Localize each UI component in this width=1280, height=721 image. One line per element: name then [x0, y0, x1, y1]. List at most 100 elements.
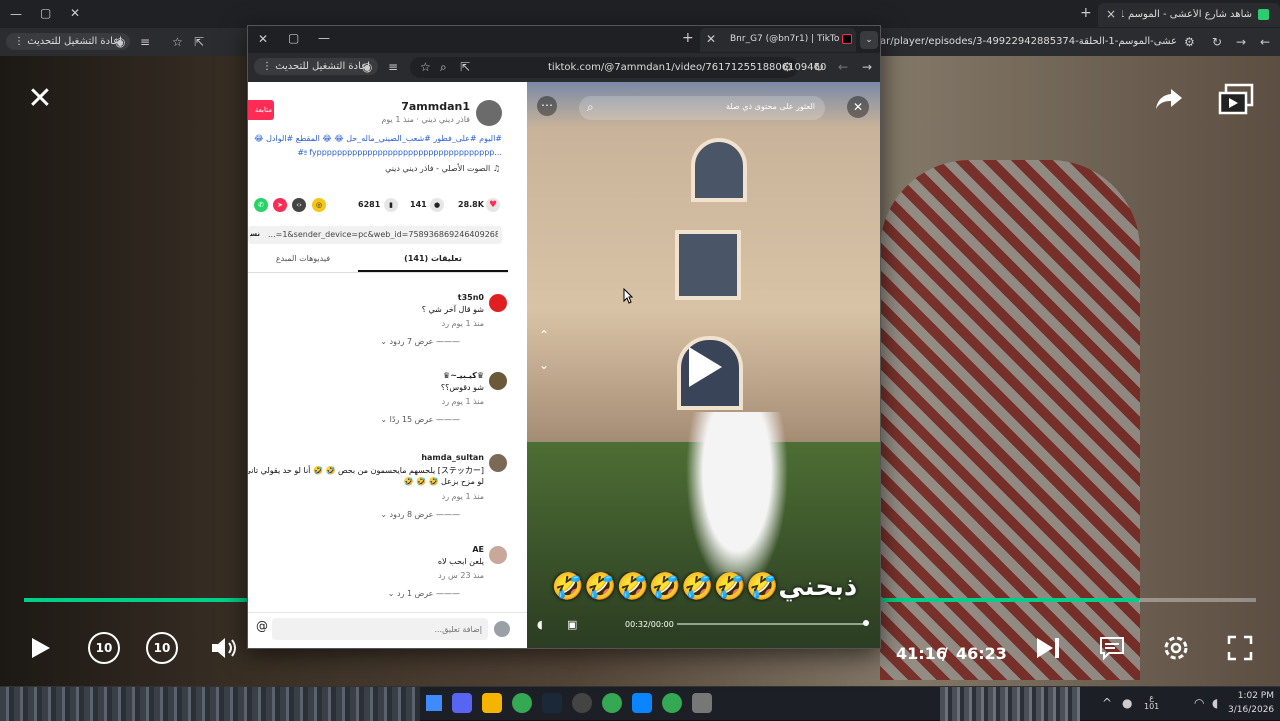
popup-minimize-icon[interactable]: — [318, 32, 330, 44]
comment-meta[interactable]: منذ 1 يوم رد [368, 492, 484, 501]
start-icon[interactable] [426, 695, 442, 711]
clock-time[interactable]: 1:02 PM [1230, 691, 1274, 701]
tray-chevron-icon[interactable]: ^ [1102, 697, 1112, 709]
speaker-icon[interactable]: ◖ [1212, 697, 1218, 709]
popup-star-icon[interactable]: ☆ [420, 61, 431, 73]
bg-active-tab[interactable]: × شاهد شارع الأعشى - الموسم 1 / [1098, 3, 1280, 27]
popup-new-tab-icon[interactable]: + [682, 31, 694, 45]
popup-back-icon[interactable]: ← [838, 61, 848, 73]
clock-app-icon[interactable] [572, 693, 592, 713]
bg-url-bar[interactable]: ar/player/episodes/3-شارع-الأعشى-الموسم-… [880, 36, 1176, 47]
author-avatar[interactable] [476, 100, 502, 126]
video-scrub-handle[interactable] [863, 620, 869, 626]
back-icon[interactable]: ← [1260, 36, 1270, 48]
comment-author[interactable]: ♛كيـبيـ~♛ [368, 371, 484, 380]
comment-author[interactable]: AE [368, 545, 484, 554]
popup-active-tab[interactable]: ✕ Bnr_G7 (@bn7r1) | TikTok(24) [700, 28, 856, 52]
popup-close-tab-icon[interactable]: ✕ [706, 33, 716, 45]
share-icon[interactable] [1154, 84, 1184, 114]
like-heart-icon[interactable]: ♥ [486, 198, 500, 212]
tab-comments[interactable]: تعليقات (141) [358, 254, 508, 263]
send-to-friends-icon[interactable]: ➤ [273, 198, 287, 212]
cast-icon[interactable] [1216, 82, 1256, 118]
comment-avatar[interactable] [489, 372, 507, 390]
previous-video-icon[interactable]: ⌃ [539, 328, 549, 342]
new-tab-button[interactable]: + [1080, 6, 1092, 20]
sound-line[interactable]: ♫ الصوت الأصلي - فاذر ديني ديني [348, 164, 500, 173]
tab-creator-videos[interactable]: فيديوهات المبدع [248, 254, 358, 263]
wifi-icon[interactable]: ◠ [1194, 697, 1204, 709]
popup-close-window-icon[interactable]: ✕ [258, 33, 268, 45]
bookmark-star-icon[interactable]: ☆ [172, 36, 183, 48]
play-icon[interactable] [28, 634, 54, 662]
skip-forward-10-icon[interactable]: 10 [146, 632, 178, 664]
comment-meta[interactable]: منذ 1 يوم رد [368, 397, 484, 406]
popup-reload-icon[interactable]: ↻ [814, 61, 824, 73]
popup-reading-list-icon[interactable]: ≡ [388, 61, 398, 73]
video-mute-icon[interactable]: ◖ [537, 618, 543, 631]
tiktok-popup-window[interactable]: ✕ ▢ — + ✕ Bnr_G7 (@bn7r1) | TikTok(24) ⌄… [247, 25, 881, 649]
view-replies-button[interactable]: ——— عرض 1 رد ⌄ [348, 589, 460, 598]
coin-gift-icon[interactable]: ◎ [312, 198, 326, 212]
tab-search-icon[interactable]: ⌄ [860, 31, 878, 49]
popup-profile-icon[interactable]: ◉ [362, 61, 372, 73]
video-pip-icon[interactable]: ▣ [567, 618, 577, 631]
comment-avatar[interactable] [489, 546, 507, 564]
file-explorer-icon[interactable] [482, 693, 502, 713]
view-replies-button[interactable]: ——— عرض 7 ردود ⌄ [348, 337, 460, 346]
clock-date[interactable]: 3/16/2026 [1228, 705, 1274, 715]
popup-share-icon[interactable]: ⇱ [460, 61, 470, 73]
language-indicator[interactable]: ع 101 [1144, 693, 1159, 711]
reading-list-icon[interactable]: ≡ [140, 36, 150, 48]
view-replies-button[interactable]: ——— عرض 15 ردًا ⌄ [348, 415, 460, 424]
view-replies-button[interactable]: ——— عرض 8 ردود ⌄ [348, 510, 460, 519]
settings-app-icon[interactable] [692, 693, 712, 713]
settings-gear-icon[interactable] [1160, 632, 1192, 664]
popup-forward-icon[interactable]: → [862, 61, 872, 73]
popup-site-settings-icon[interactable]: ⚙ [782, 61, 793, 73]
maximize-icon[interactable]: ▢ [40, 7, 51, 19]
follow-button[interactable]: متابعة [248, 100, 274, 120]
comment-meta[interactable]: منذ 23 س رد [368, 571, 484, 580]
comment-author[interactable]: t35n0 [368, 293, 484, 302]
chrome-profile-icon[interactable] [602, 693, 622, 713]
subtitles-icon[interactable] [1098, 634, 1126, 662]
edge-icon[interactable] [632, 693, 652, 713]
forward-icon[interactable]: → [1236, 36, 1246, 48]
video-play-icon[interactable] [685, 344, 725, 390]
video-scrub-bar[interactable] [677, 623, 867, 625]
next-episode-icon[interactable] [1034, 634, 1062, 662]
steam-icon[interactable] [542, 693, 562, 713]
comment-input[interactable] [272, 618, 488, 640]
mention-button[interactable]: @ [256, 619, 268, 633]
comment-avatar[interactable] [489, 454, 507, 472]
popup-zoom-icon[interactable]: ⌕ [440, 61, 447, 73]
embed-icon[interactable]: ‹› [292, 198, 306, 212]
share-page-icon[interactable]: ⇱ [194, 36, 204, 48]
share-link-field[interactable]: نسخ ...=1&sender_device=pc&web_id=758936… [248, 226, 502, 244]
author-username[interactable]: 7ammdan1 [368, 100, 470, 113]
reload-icon[interactable]: ↻ [1212, 36, 1222, 48]
more-options-icon[interactable]: ⋯ [537, 96, 557, 116]
chrome-alt-icon[interactable] [662, 693, 682, 713]
mic-icon[interactable]: ● [1122, 697, 1132, 709]
fullscreen-icon[interactable] [1226, 634, 1254, 662]
chrome-icon[interactable] [512, 693, 532, 713]
caption-line-1[interactable]: #اليوم #على_فطور #شعب_الصيني_ماله_حل 😂 😂… [252, 134, 502, 143]
next-video-icon[interactable]: ⌄ [539, 358, 549, 372]
close-video-icon[interactable]: ✕ [847, 96, 869, 118]
tiktok-video-player[interactable]: ⌕ العثور على محتوى ذي صلة ⋯ ✕ ⌃ ⌄ ذبحني🤣… [527, 82, 880, 648]
discord-icon[interactable] [452, 693, 472, 713]
bookmark-icon[interactable]: ▮ [384, 198, 398, 212]
copy-link-button[interactable]: نسخ [250, 230, 260, 238]
whatsapp-share-icon[interactable]: ✆ [254, 198, 268, 212]
comment-meta[interactable]: منذ 1 يوم رد [368, 319, 484, 328]
related-search-bar[interactable]: ⌕ العثور على محتوى ذي صلة [579, 96, 825, 120]
close-tab-icon[interactable]: × [1106, 8, 1116, 20]
profile-icon[interactable]: ◉ [115, 36, 125, 48]
minimize-icon[interactable]: — [10, 8, 22, 20]
popup-restart-update-button[interactable]: ⋮ إعادة التشغيل للتحديث [254, 58, 378, 75]
close-player-icon[interactable]: ✕ [26, 81, 54, 116]
comment-author[interactable]: hamda_sultan [368, 453, 484, 462]
volume-icon[interactable] [210, 634, 240, 662]
